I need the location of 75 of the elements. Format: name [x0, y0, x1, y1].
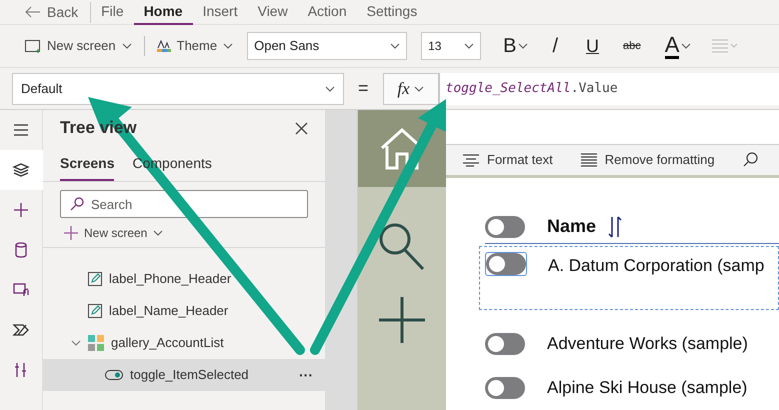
- tree-item[interactable]: label_Phone_Header: [43, 263, 325, 295]
- back-arrow-icon: [25, 6, 41, 18]
- font-size-dropdown[interactable]: 13: [421, 32, 482, 60]
- theme-button[interactable]: Theme: [148, 36, 242, 56]
- tree-item-label: toggle_ItemSelected: [130, 366, 249, 384]
- plus-icon: [64, 226, 78, 240]
- lines-icon: [463, 152, 479, 167]
- toggle-switch[interactable]: [485, 333, 525, 355]
- chevron-down-icon: [325, 86, 335, 92]
- tree-item[interactable]: toggle_ItemSelected ···: [43, 359, 325, 391]
- panel-title: Tree view: [60, 117, 137, 140]
- gallery-row[interactable]: A. Datum Corporation (samp: [479, 246, 779, 310]
- close-icon[interactable]: [295, 122, 308, 134]
- menu-tab[interactable]: Home: [134, 0, 193, 24]
- gallery-row[interactable]: Alpine Ski House (sample): [479, 366, 779, 410]
- chevron-down-icon: [518, 43, 528, 49]
- media-icon: [12, 281, 30, 299]
- menu-tab[interactable]: Action: [298, 0, 357, 24]
- menu-tab[interactable]: File: [91, 0, 134, 24]
- font-dropdown[interactable]: Open Sans: [247, 32, 408, 60]
- new-screen-icon: [25, 40, 41, 52]
- gallery-row[interactable]: Adventure Works (sample): [479, 322, 779, 366]
- back-button[interactable]: Back: [0, 2, 92, 22]
- rail-button[interactable]: [0, 150, 42, 190]
- strikethrough-button[interactable]: abc: [611, 31, 653, 61]
- chevron-down-icon: [390, 43, 400, 49]
- gallery-icon: [88, 335, 104, 351]
- chevron-down-icon: [414, 86, 424, 92]
- toggle-switch[interactable]: [485, 216, 525, 238]
- font-color-button[interactable]: A: [652, 31, 704, 61]
- panel-tab[interactable]: Screens: [60, 153, 114, 181]
- toggle-switch[interactable]: [485, 377, 525, 399]
- account-name: Alpine Ski House (sample): [547, 377, 748, 400]
- column-header: Name: [547, 215, 596, 238]
- fx-button[interactable]: fx: [382, 72, 439, 104]
- tree-item-label: gallery_AccountList: [111, 334, 224, 352]
- toggle-icon: [105, 370, 123, 380]
- menu-tab[interactable]: Settings: [356, 0, 428, 24]
- sort-icon[interactable]: [608, 216, 622, 238]
- tree-item-label: label_Phone_Header: [109, 270, 232, 288]
- equals-sign: =: [357, 77, 370, 100]
- format-button[interactable]: Format text: [463, 150, 553, 170]
- search-field[interactable]: Search: [60, 190, 308, 218]
- menu-tab[interactable]: Insert: [192, 0, 248, 24]
- bold-button[interactable]: B: [495, 31, 536, 61]
- toggle-switch[interactable]: [486, 253, 526, 275]
- tree-item[interactable]: label_Name_Header: [43, 295, 325, 327]
- account-name: Adventure Works (sample): [547, 333, 748, 356]
- chevron-icon[interactable]: [71, 338, 81, 348]
- tree-item[interactable]: gallery_AccountList: [43, 327, 325, 359]
- search-icon[interactable]: [742, 152, 758, 168]
- underline-button[interactable]: U: [574, 31, 612, 61]
- search-icon: [70, 197, 84, 211]
- italic-button[interactable]: /: [536, 31, 574, 61]
- account-name: A. Datum Corporation (samp: [548, 255, 764, 277]
- theme-icon: [156, 40, 171, 52]
- new-screen-button[interactable]: New screen: [25, 36, 140, 56]
- chevron-down-icon: [223, 43, 234, 49]
- new-screen-button[interactable]: New screen: [43, 218, 325, 248]
- more-options[interactable]: ···: [299, 364, 313, 386]
- label-edit-icon: [88, 272, 102, 286]
- menu-tab[interactable]: View: [248, 0, 298, 24]
- plus-icon: [12, 201, 30, 219]
- chevron-down-icon: [122, 43, 132, 49]
- label-edit-icon: [88, 304, 102, 318]
- chevron-down-icon: [681, 43, 692, 49]
- chevron-down-icon: [464, 43, 474, 49]
- lines-icon: [580, 152, 597, 167]
- formula-input[interactable]: toggle_SelectAll.Value: [438, 72, 779, 104]
- tree-item-label: label_Name_Header: [109, 302, 228, 320]
- layers-icon: [12, 161, 30, 179]
- chevron-down-icon: [153, 230, 164, 236]
- property-dropdown[interactable]: Default: [12, 72, 344, 104]
- plus-icon[interactable]: [379, 297, 425, 343]
- format-button[interactable]: Remove formatting: [580, 150, 715, 170]
